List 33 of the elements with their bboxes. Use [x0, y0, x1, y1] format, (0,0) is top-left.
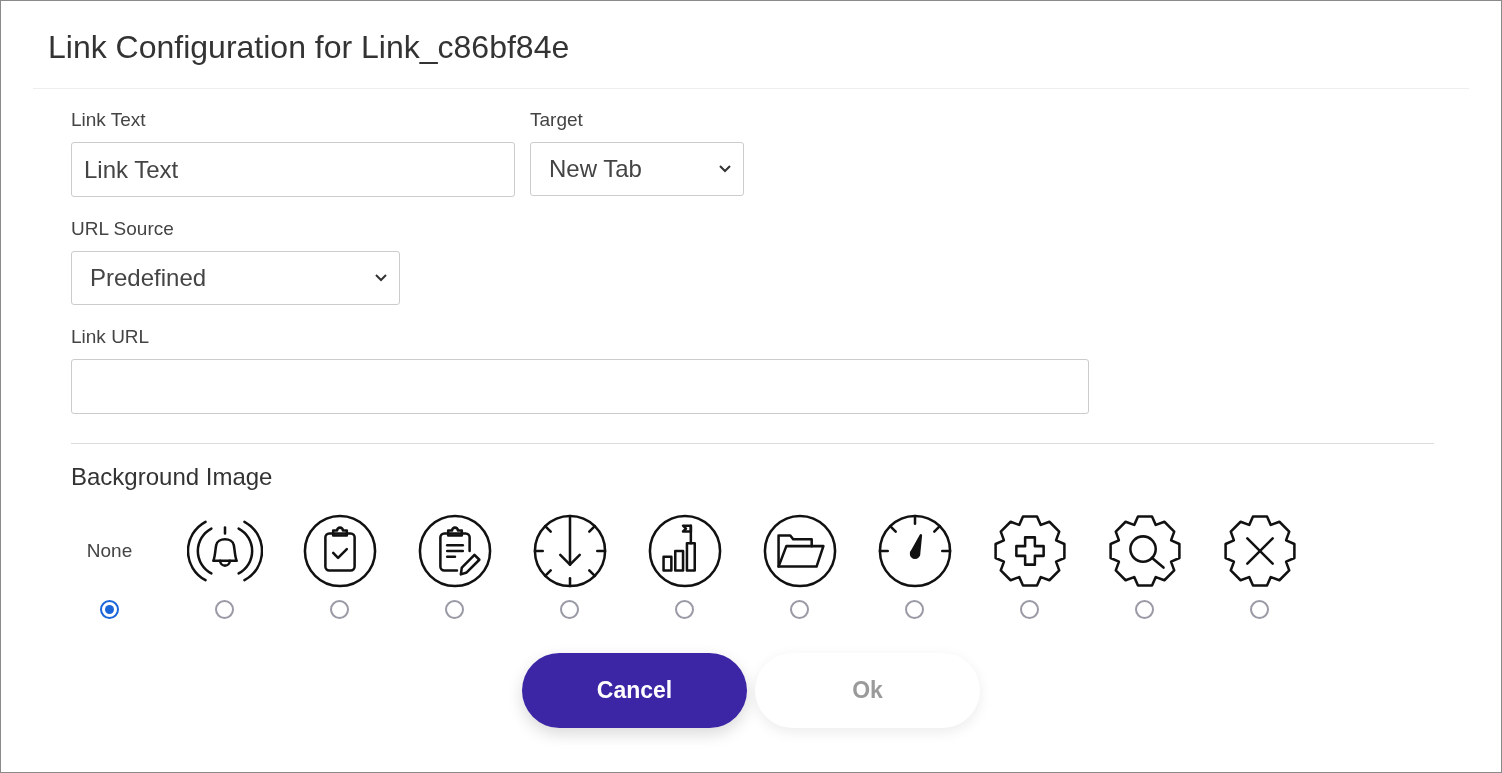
gear-plus-icon — [991, 513, 1068, 589]
radio-button[interactable] — [560, 600, 579, 619]
field-label: Link URL — [71, 326, 151, 348]
clipboard-check-icon — [301, 513, 378, 589]
field-label: Target — [530, 109, 584, 131]
radio-button[interactable] — [215, 600, 234, 619]
link-text-field[interactable]: Link Text — [71, 142, 515, 197]
target-dropdown[interactable]: New Tab — [530, 142, 744, 196]
radio-button[interactable] — [330, 600, 349, 619]
field-label: URL Source — [71, 218, 175, 240]
section-heading: Background Image — [71, 463, 274, 492]
link-url-field[interactable] — [71, 359, 1089, 414]
radio-button[interactable] — [1020, 600, 1039, 619]
url-source-dropdown[interactable]: Predefined — [71, 251, 400, 305]
gauge-icon — [876, 513, 953, 589]
gear-search-icon — [1106, 513, 1183, 589]
caret-icon — [375, 274, 387, 282]
radio-button[interactable] — [1250, 600, 1269, 619]
radio-button[interactable] — [905, 600, 924, 619]
folder-icon — [761, 513, 838, 589]
radio-button[interactable] — [100, 600, 119, 619]
radio-button[interactable] — [675, 600, 694, 619]
clipboard-pencil-icon — [416, 513, 493, 589]
radio-button[interactable] — [445, 600, 464, 619]
radio-button[interactable] — [790, 600, 809, 619]
caret-icon — [719, 165, 731, 173]
radio-button[interactable] — [1135, 600, 1154, 619]
dialog-title: Link Configuration for Link_c86bf84e — [47, 28, 571, 67]
option-label: None — [86, 540, 133, 562]
field-label: Link Text — [71, 109, 147, 131]
gear-x-icon — [1221, 513, 1298, 589]
cancel-button[interactable]: Cancel — [522, 653, 747, 728]
bar-chart-flag-icon — [646, 513, 723, 589]
